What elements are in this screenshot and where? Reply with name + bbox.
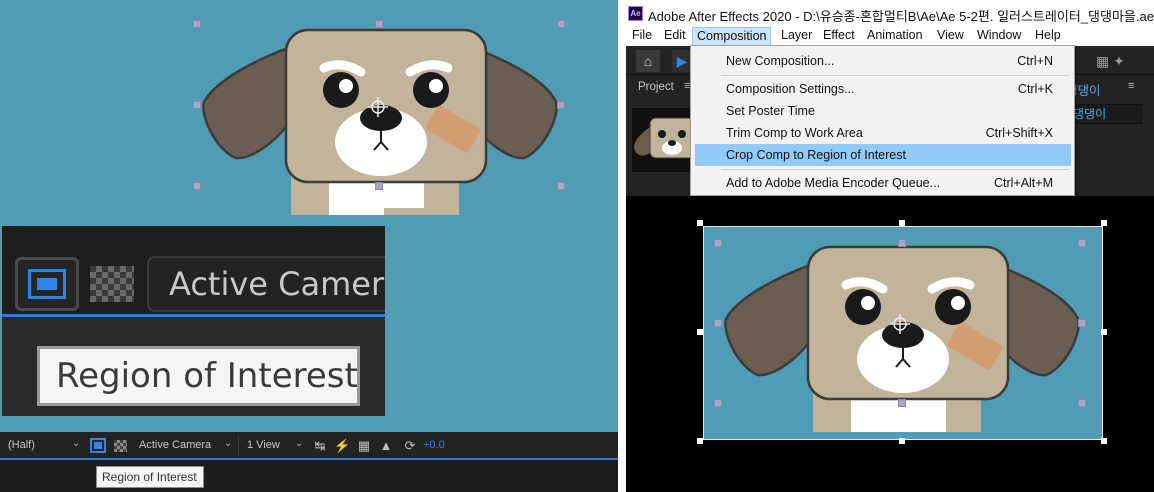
- region-of-interest-icon[interactable]: [90, 438, 106, 453]
- tab-project[interactable]: Project: [638, 81, 674, 93]
- view-layout-dropdown[interactable]: 1 View: [247, 439, 280, 451]
- transparency-grid-icon[interactable]: [114, 440, 127, 452]
- selection-tool-icon[interactable]: ▶: [672, 50, 692, 72]
- roi-handle[interactable]: [697, 329, 703, 335]
- dropdown-caret-icon[interactable]: ⌄: [224, 438, 232, 449]
- layer-handle[interactable]: [193, 20, 201, 28]
- menu-item-composition-settings[interactable]: Composition Settings... Ctrl+K: [695, 78, 1071, 100]
- menu-item-label: Add to Adobe Media Encoder Queue...: [726, 176, 941, 190]
- roi-handle[interactable]: [899, 220, 905, 226]
- layer-handle[interactable]: [1078, 399, 1086, 407]
- menu-item-label: Composition Settings...: [726, 82, 855, 96]
- window-title: Adobe After Effects 2020 - D:\유승종-혼합멀티B\…: [648, 9, 1154, 24]
- magnified-toolbar-inset: Active Camera Region of Interest: [2, 226, 385, 416]
- viewer-toolbar: (Half) ⌄ Active Camera ⌄ 1 View ⌄ ↹ ⚡ ▦ …: [0, 432, 618, 460]
- menu-item-add-to-media-encoder[interactable]: Add to Adobe Media Encoder Queue... Ctrl…: [695, 172, 1071, 194]
- exposure-value[interactable]: +0.0: [423, 439, 445, 451]
- menu-layer[interactable]: Layer: [777, 27, 816, 46]
- layer-handle[interactable]: [1078, 239, 1086, 247]
- menu-bar: File Edit Composition Layer Effect Anima…: [626, 26, 1154, 46]
- app-logo-icon: Ae: [628, 6, 643, 21]
- camera-dropdown[interactable]: Active Camera: [139, 439, 211, 451]
- menu-view[interactable]: View: [933, 27, 968, 46]
- toggle-view-options-icon[interactable]: ↹: [312, 438, 328, 454]
- reset-exposure-icon[interactable]: ⟳: [402, 438, 418, 454]
- puppet-tools-icon[interactable]: ▦ ✦: [1096, 50, 1146, 72]
- layer-handle[interactable]: [1078, 319, 1086, 327]
- layer-handle[interactable]: [714, 319, 722, 327]
- roi-handle[interactable]: [697, 438, 703, 444]
- resolution-dropdown[interactable]: (Half): [8, 439, 35, 451]
- dropdown-caret-icon[interactable]: ⌄: [295, 438, 303, 449]
- divider: [618, 0, 626, 492]
- flowchart-icon[interactable]: ▲: [378, 438, 394, 454]
- layer-handle[interactable]: [375, 182, 383, 190]
- roi-handle[interactable]: [1101, 329, 1107, 335]
- menu-item-crop-comp-to-roi[interactable]: Crop Comp to Region of Interest: [695, 144, 1071, 166]
- roi-handle[interactable]: [697, 220, 703, 226]
- layer-handle[interactable]: [557, 20, 565, 28]
- menu-item-label: Set Poster Time: [726, 104, 815, 118]
- menu-help[interactable]: Help: [1031, 27, 1065, 46]
- region-of-interest-tooltip: Region of Interest: [96, 466, 204, 488]
- menu-item-set-poster-time[interactable]: Set Poster Time: [695, 100, 1071, 122]
- menu-divider: [721, 169, 1069, 170]
- active-camera-dropdown[interactable]: Active Camera: [147, 256, 385, 312]
- layer-handle[interactable]: [193, 101, 201, 109]
- composition-search-input[interactable]: 댕댕이: [1068, 104, 1142, 124]
- left-panel-composition-viewer: Active Camera Region of Interest (Half) …: [0, 0, 618, 492]
- layer-handle[interactable]: [557, 101, 565, 109]
- timeline-icon[interactable]: ▦: [356, 438, 372, 454]
- menu-divider: [721, 75, 1069, 76]
- composition-thumbnail: [632, 108, 696, 172]
- fast-preview-icon[interactable]: ⚡: [334, 438, 350, 454]
- menu-file[interactable]: File: [628, 27, 656, 46]
- region-of-interest-button[interactable]: [15, 257, 79, 311]
- roi-handle[interactable]: [1101, 220, 1107, 226]
- roi-handle[interactable]: [899, 438, 905, 444]
- menu-item-trim-comp[interactable]: Trim Comp to Work Area Ctrl+Shift+X: [695, 122, 1071, 144]
- region-of-interest-tooltip: Region of Interest: [37, 346, 360, 406]
- layer-handle[interactable]: [714, 239, 722, 247]
- menu-item-label: Trim Comp to Work Area: [726, 126, 863, 140]
- viewer-footer: [0, 460, 618, 492]
- layer-handle[interactable]: [898, 399, 906, 407]
- composition-frame: [703, 226, 1103, 440]
- layer-handle[interactable]: [714, 399, 722, 407]
- layer-handle[interactable]: [898, 239, 906, 247]
- transparency-grid-icon[interactable]: [90, 266, 134, 302]
- menu-item-new-composition[interactable]: New Composition... Ctrl+N: [695, 50, 1071, 72]
- menu-item-label: Crop Comp to Region of Interest: [726, 148, 906, 162]
- menu-edit[interactable]: Edit: [660, 27, 690, 46]
- menu-item-shortcut: Ctrl+K: [1017, 82, 1053, 96]
- menu-animation[interactable]: Animation: [863, 27, 927, 46]
- layer-handle[interactable]: [375, 20, 383, 28]
- hamburger-menu-icon[interactable]: ≡: [1128, 80, 1134, 92]
- menu-composition[interactable]: Composition: [692, 27, 772, 46]
- menu-effect[interactable]: Effect: [819, 27, 859, 46]
- composition-menu-dropdown: New Composition... Ctrl+N Composition Se…: [690, 45, 1075, 196]
- roi-handle[interactable]: [1101, 438, 1107, 444]
- menu-item-shortcut: Ctrl+Alt+M: [993, 176, 1053, 190]
- region-of-interest-icon: [28, 269, 66, 299]
- menu-item-label: New Composition...: [726, 54, 835, 68]
- divider: [238, 436, 239, 456]
- layer-handle[interactable]: [193, 182, 201, 190]
- window-titlebar: Ae Adobe After Effects 2020 - D:\유승종-혼합멀…: [626, 0, 1154, 28]
- menu-item-shortcut: Ctrl+N: [1017, 54, 1053, 68]
- dropdown-caret-icon[interactable]: ⌄: [72, 438, 80, 449]
- menu-item-shortcut: Ctrl+Shift+X: [985, 126, 1053, 140]
- layer-handle[interactable]: [557, 182, 565, 190]
- panel-focus-line: [2, 314, 385, 317]
- menu-window[interactable]: Window: [973, 27, 1025, 46]
- home-icon[interactable]: ⌂: [636, 50, 660, 72]
